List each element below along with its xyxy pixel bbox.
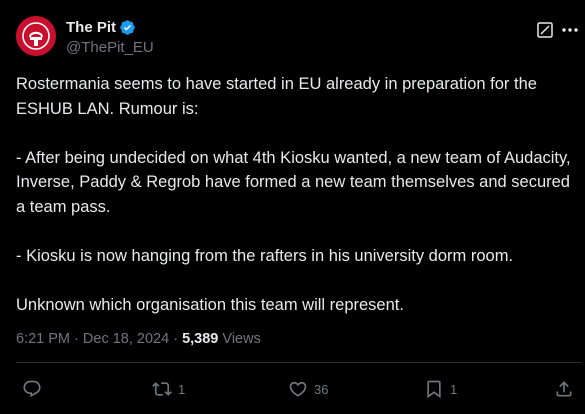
tweet-text: Rostermania seems to have started in EU …	[16, 72, 576, 317]
verified-badge-icon[interactable]	[119, 19, 136, 36]
views-label: Views	[222, 331, 261, 347]
avatar[interactable]	[16, 16, 56, 56]
tweet-paragraph: - After being undecided on what 4th Kios…	[16, 148, 571, 216]
handle[interactable]: @ThePit_EU	[66, 39, 154, 56]
grok-icon[interactable]	[537, 22, 553, 38]
tweet-paragraph: - Kiosku is now hanging from the rafters…	[16, 246, 514, 265]
bookmark-icon	[424, 379, 444, 399]
retweet-count: 1	[178, 381, 186, 397]
like-button[interactable]: 36	[288, 378, 328, 400]
share-icon	[554, 379, 574, 399]
tweet-card: The Pit @ThePit_EU Rostermania seems to …	[0, 0, 585, 414]
retweet-button[interactable]: 1	[152, 378, 185, 400]
views-count: 5,389	[182, 331, 219, 347]
tweet-paragraph: Rostermania seems to have started in EU …	[16, 75, 537, 118]
tweet-meta: 6:21 PM · Dec 18, 2024 · 5,389 Views	[16, 331, 261, 347]
action-bar: 1 36 1	[0, 378, 585, 400]
retweet-icon	[152, 379, 172, 399]
meta-separator: ·	[74, 331, 79, 347]
display-name[interactable]: The Pit	[66, 19, 116, 36]
tweet-date[interactable]: Dec 18, 2024	[83, 331, 169, 347]
reply-icon	[22, 379, 42, 399]
heart-icon	[288, 379, 308, 399]
tweet-paragraph: Unknown which organisation this team wil…	[16, 295, 404, 314]
bookmark-count: 1	[450, 381, 458, 397]
bookmark-button[interactable]: 1	[424, 378, 457, 400]
tweet-time[interactable]: 6:21 PM	[16, 331, 70, 347]
reply-button[interactable]	[22, 378, 48, 400]
divider	[16, 362, 581, 363]
author-info: The Pit @ThePit_EU	[66, 17, 154, 57]
meta-separator: ·	[173, 331, 179, 347]
like-count: 36	[314, 381, 329, 397]
more-icon[interactable]	[560, 20, 580, 40]
avatar-logo	[16, 16, 56, 56]
name-row: The Pit	[66, 17, 154, 37]
share-button[interactable]	[554, 378, 574, 400]
